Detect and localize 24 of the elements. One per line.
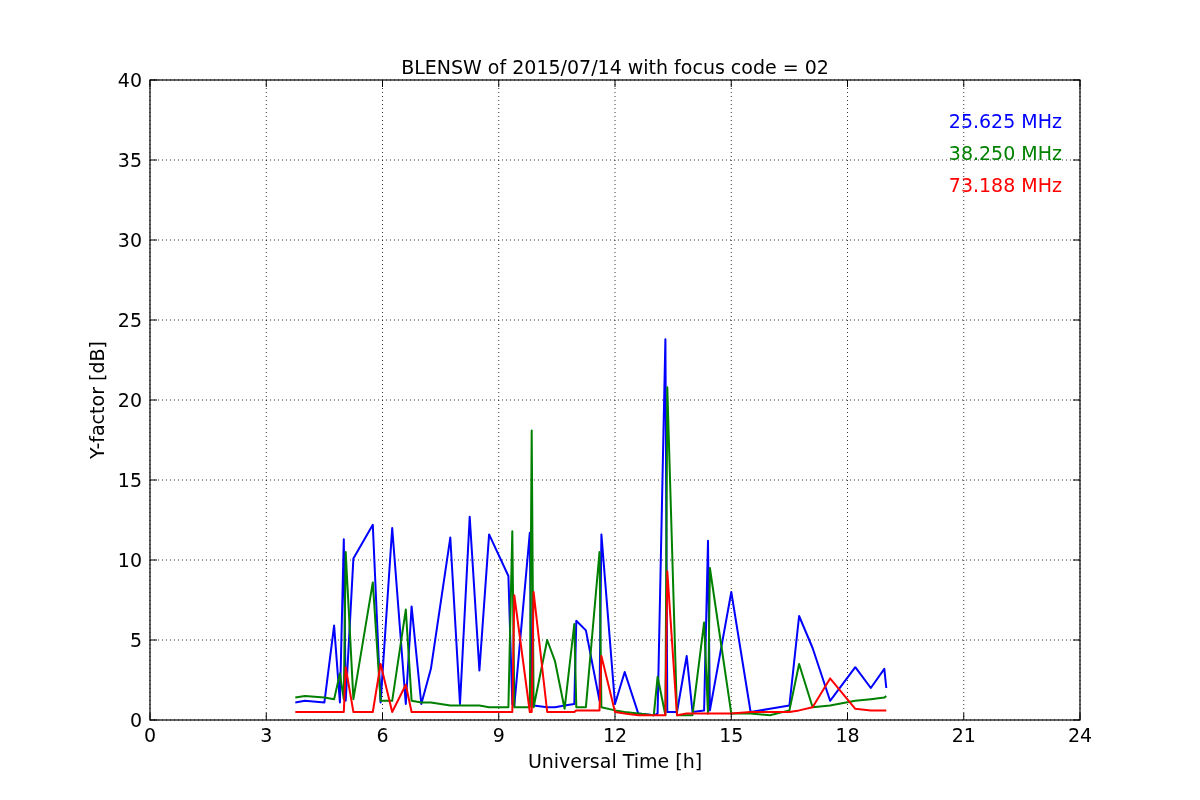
legend-label: 38.250 MHz xyxy=(948,142,1062,164)
axis-title: Y-factor [dB] xyxy=(86,341,108,459)
chart-title: BLENSW of 2015/07/14 with focus code = 02 xyxy=(401,56,829,78)
tick-label: 9 xyxy=(492,724,505,746)
axis-title: Universal Time [h] xyxy=(527,750,703,772)
tick-label: 10 xyxy=(117,549,142,571)
tick-label: 15 xyxy=(719,724,744,746)
tick-label: 6 xyxy=(376,724,389,746)
tick-label: 35 xyxy=(117,149,142,171)
tick-label: 3 xyxy=(260,724,273,746)
tick-label: 24 xyxy=(1067,724,1093,746)
tick-label: 15 xyxy=(117,469,142,491)
legend-label: 25.625 MHz xyxy=(948,110,1062,132)
tick-label: 40 xyxy=(117,69,142,91)
tick-label: 18 xyxy=(835,724,860,746)
tick-label: 20 xyxy=(117,389,142,411)
tick-label: 25 xyxy=(117,309,142,331)
tick-label: 5 xyxy=(129,629,142,651)
tick-label: 0 xyxy=(129,709,142,731)
legend-label: 73.188 MHz xyxy=(948,174,1062,196)
tick-label: 30 xyxy=(117,229,142,251)
tick-label: 12 xyxy=(602,724,628,746)
tick-label: 21 xyxy=(951,724,976,746)
tick-label: 0 xyxy=(143,724,157,746)
